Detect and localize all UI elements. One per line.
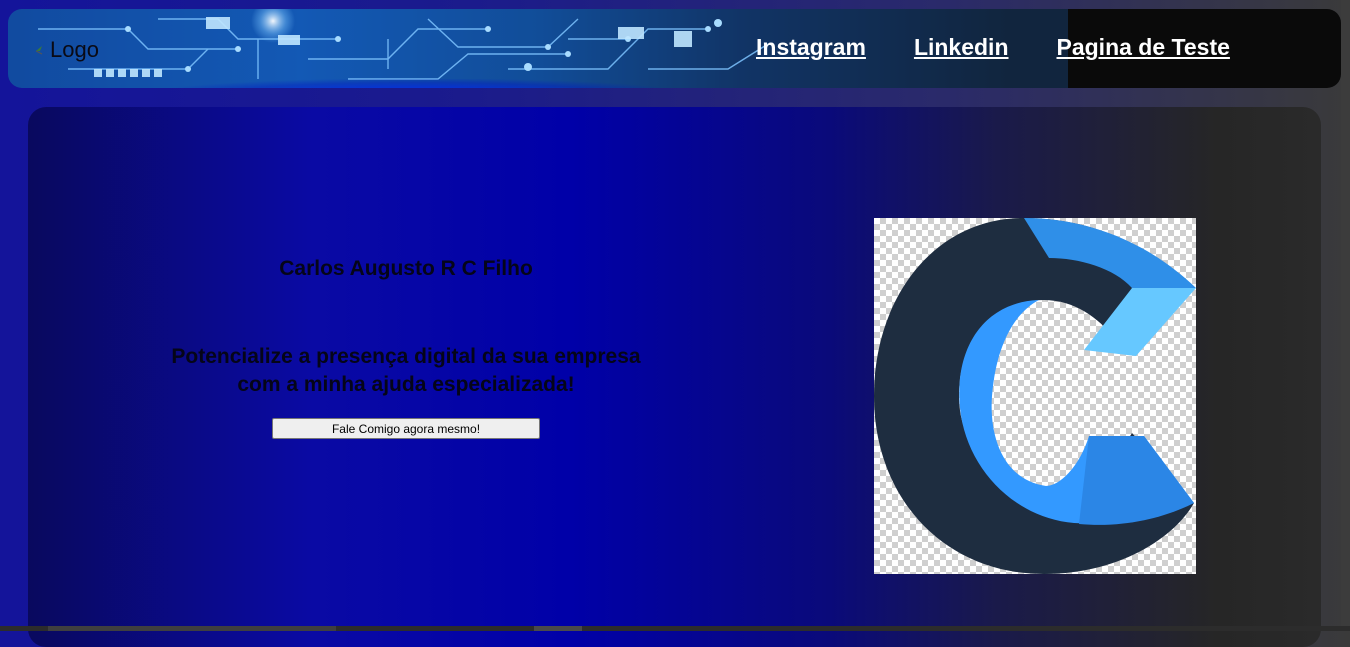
c-letter-logo — [874, 218, 1196, 574]
broken-image-icon — [35, 46, 43, 55]
site-header: Logo Instagram Linkedin Pagina de Teste — [8, 9, 1341, 88]
scrollbar-segment — [48, 626, 336, 631]
hero-name: Carlos Augusto R C Filho — [279, 257, 533, 280]
hero-image — [874, 218, 1196, 574]
header-glow — [158, 79, 678, 88]
scrollbar-thumb[interactable] — [534, 626, 582, 631]
main-nav: Instagram Linkedin Pagina de Teste — [756, 34, 1230, 61]
hero-tagline: Potencialize a presença digital da sua e… — [28, 343, 784, 399]
hero-tagline-line-1: Potencialize a presença digital da sua e… — [171, 345, 641, 368]
logo[interactable]: Logo — [34, 37, 99, 63]
contact-button[interactable]: Fale Comigo agora mesmo! — [272, 418, 540, 439]
nav-link-linkedin[interactable]: Linkedin — [914, 34, 1009, 61]
logo-text: Logo — [50, 37, 99, 62]
hero-section: Carlos Augusto R C Filho Potencialize a … — [28, 107, 1321, 647]
nav-link-instagram[interactable]: Instagram — [756, 34, 866, 61]
page-edge — [1341, 0, 1350, 631]
nav-link-pagina-de-teste[interactable]: Pagina de Teste — [1057, 34, 1230, 61]
hero-tagline-line-2: com a minha ajuda especializada! — [237, 373, 575, 396]
